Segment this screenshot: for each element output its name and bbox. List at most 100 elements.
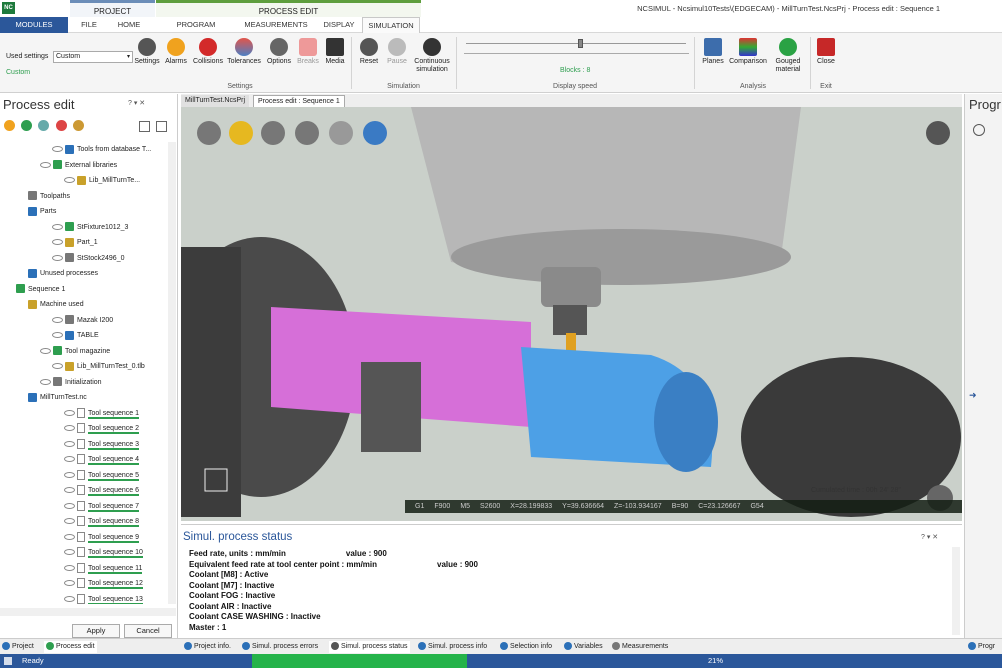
visibility-eye-icon[interactable] xyxy=(64,440,75,447)
tree-item[interactable]: Unused processes xyxy=(28,266,98,282)
tree-item[interactable]: Sequence 1 xyxy=(16,282,65,298)
tree-item[interactable]: Lib_MillTurnTe... xyxy=(64,173,140,189)
tab-simulation[interactable]: SIMULATION xyxy=(362,17,420,33)
tab-simul-process-info[interactable]: Simul. process info xyxy=(418,641,487,653)
visibility-eye-icon[interactable] xyxy=(64,487,75,494)
tab-project[interactable]: Project xyxy=(2,641,34,653)
visibility-eye-icon[interactable] xyxy=(64,177,75,184)
3d-viewport[interactable]: Cumulated time : 00h 24' 28" xyxy=(181,107,962,521)
apply-button[interactable]: Apply xyxy=(72,624,120,638)
toolbar-icon[interactable] xyxy=(38,120,50,131)
tree-item-tool-sequence[interactable]: Tool sequence 11 xyxy=(64,561,143,577)
tab-home[interactable]: HOME xyxy=(110,17,148,33)
tree-item-tool-sequence[interactable]: Tool sequence 4 xyxy=(64,452,139,468)
tab-project-info[interactable]: Project info. xyxy=(184,641,231,653)
panel-pin-close-icon[interactable]: ? ▾ ✕ xyxy=(921,533,938,541)
tab-program[interactable]: PROGRAM xyxy=(160,17,232,33)
speed-slider-thumb[interactable] xyxy=(578,39,583,48)
tab-display[interactable]: DISPLAY xyxy=(318,17,360,33)
tree-item[interactable]: StStock2496_0 xyxy=(52,251,124,267)
tree-item-tool-sequence[interactable]: Tool sequence 6 xyxy=(64,483,139,499)
doc-tab-project[interactable]: MillTurnTest.NcsPrj xyxy=(181,95,250,107)
visibility-eye-icon[interactable] xyxy=(64,564,75,571)
custom-link[interactable]: Custom xyxy=(6,69,30,76)
collisions-button[interactable]: Collisions xyxy=(192,38,224,66)
tree-item-tool-sequence[interactable]: Tool sequence 2 xyxy=(64,421,139,437)
options-button[interactable]: Options xyxy=(264,38,294,66)
tab-program[interactable]: Progr xyxy=(968,641,995,653)
visibility-eye-icon[interactable] xyxy=(52,254,63,261)
tree-item[interactable]: Mazak I200 xyxy=(52,313,113,329)
detail-view-icon[interactable] xyxy=(156,121,167,132)
tab-measurements[interactable]: Measurements xyxy=(612,641,668,653)
visibility-eye-icon[interactable] xyxy=(52,223,63,230)
tab-process-edit[interactable]: Process edit xyxy=(44,641,97,653)
tree-item-tool-sequence[interactable]: Tool sequence 8 xyxy=(64,514,139,530)
tree-item-tool-sequence[interactable]: Tool sequence 7 xyxy=(64,499,139,515)
tree-hscrollbar[interactable] xyxy=(0,608,176,616)
visibility-eye-icon[interactable] xyxy=(52,363,63,370)
visibility-eye-icon[interactable] xyxy=(64,425,75,432)
tree-item-tool-sequence[interactable]: Tool sequence 10 xyxy=(64,545,143,561)
tab-selection-info[interactable]: Selection info xyxy=(500,641,552,653)
tree-item[interactable]: Part_1 xyxy=(52,235,98,251)
pause-button[interactable]: Pause xyxy=(384,38,410,66)
timer-icon[interactable] xyxy=(973,124,985,136)
tree-item[interactable]: Toolpaths xyxy=(28,189,70,205)
tree-item-tool-sequence[interactable]: Tool sequence 5 xyxy=(64,468,139,484)
tab-simul-process-errors[interactable]: Simul. process errors xyxy=(242,641,318,653)
doc-tab-process-edit[interactable]: Process edit : Sequence 1 xyxy=(253,95,345,107)
visibility-eye-icon[interactable] xyxy=(64,471,75,478)
tab-measurements[interactable]: MEASUREMENTS xyxy=(240,17,312,33)
tree-item[interactable]: External libraries xyxy=(40,158,117,174)
toolbar-icon[interactable] xyxy=(4,120,15,131)
tree-item[interactable]: Tools from database T... xyxy=(52,142,151,158)
visibility-eye-icon[interactable] xyxy=(64,580,75,587)
tree-scrollbar[interactable] xyxy=(168,142,176,604)
visibility-eye-icon[interactable] xyxy=(64,502,75,509)
used-settings-select[interactable]: Custom ▾ xyxy=(53,51,133,63)
visibility-eye-icon[interactable] xyxy=(64,409,75,416)
tree-item-tool-sequence[interactable]: Tool sequence 13 xyxy=(64,592,143,604)
speed-slider-track[interactable] xyxy=(466,43,686,44)
visibility-eye-icon[interactable] xyxy=(40,347,51,354)
panel-pin-close-icon[interactable]: ? ▾ ✕ xyxy=(128,99,145,107)
process-tree[interactable]: Tools from database T... External librari… xyxy=(0,142,170,604)
comparison-button[interactable]: Comparison xyxy=(727,38,769,66)
tolerances-button[interactable]: Tolerances xyxy=(226,38,262,66)
tree-item[interactable]: TABLE xyxy=(52,328,99,344)
tree-item[interactable]: MillTurnTest.nc xyxy=(28,390,87,406)
tree-item[interactable]: Machine used xyxy=(28,297,84,313)
tree-item[interactable]: Parts xyxy=(28,204,56,220)
visibility-eye-icon[interactable] xyxy=(52,146,63,153)
visibility-eye-icon[interactable] xyxy=(52,332,63,339)
tab-simul-process-status[interactable]: Simul. process status xyxy=(329,641,410,653)
visibility-eye-icon[interactable] xyxy=(40,161,51,168)
status-scrollbar[interactable] xyxy=(952,547,960,635)
toolbar-icon[interactable] xyxy=(72,120,84,131)
visibility-eye-icon[interactable] xyxy=(52,316,63,323)
close-button[interactable]: Close xyxy=(814,38,838,66)
visibility-eye-icon[interactable] xyxy=(64,595,75,602)
visibility-eye-icon[interactable] xyxy=(64,533,75,540)
tab-file[interactable]: FILE xyxy=(72,17,106,33)
media-button[interactable]: Media xyxy=(322,38,348,66)
tree-item[interactable]: Tool magazine xyxy=(40,344,110,360)
visibility-eye-icon[interactable] xyxy=(40,378,51,385)
toolbar-icon[interactable] xyxy=(21,120,33,131)
visibility-eye-icon[interactable] xyxy=(64,456,75,463)
reset-button[interactable]: Reset xyxy=(356,38,382,66)
tree-item-tool-sequence[interactable]: Tool sequence 9 xyxy=(64,530,139,546)
tab-variables[interactable]: Variables xyxy=(564,641,603,653)
planes-button[interactable]: Planes xyxy=(700,38,726,66)
gouged-material-button[interactable]: Gouged material xyxy=(771,38,805,74)
tree-item-tool-sequence[interactable]: Tool sequence 3 xyxy=(64,437,139,453)
breaks-button[interactable]: Breaks xyxy=(295,38,321,66)
tree-item[interactable]: StFixture1012_3 xyxy=(52,220,128,236)
tree-item[interactable]: Lib_MillTurnTest_0.tlb xyxy=(52,359,145,375)
list-view-icon[interactable] xyxy=(139,121,150,132)
cancel-button[interactable]: Cancel xyxy=(124,624,172,638)
visibility-eye-icon[interactable] xyxy=(52,239,63,246)
tree-item[interactable]: Initialization xyxy=(40,375,102,391)
tab-modules[interactable]: MODULES xyxy=(0,17,68,33)
